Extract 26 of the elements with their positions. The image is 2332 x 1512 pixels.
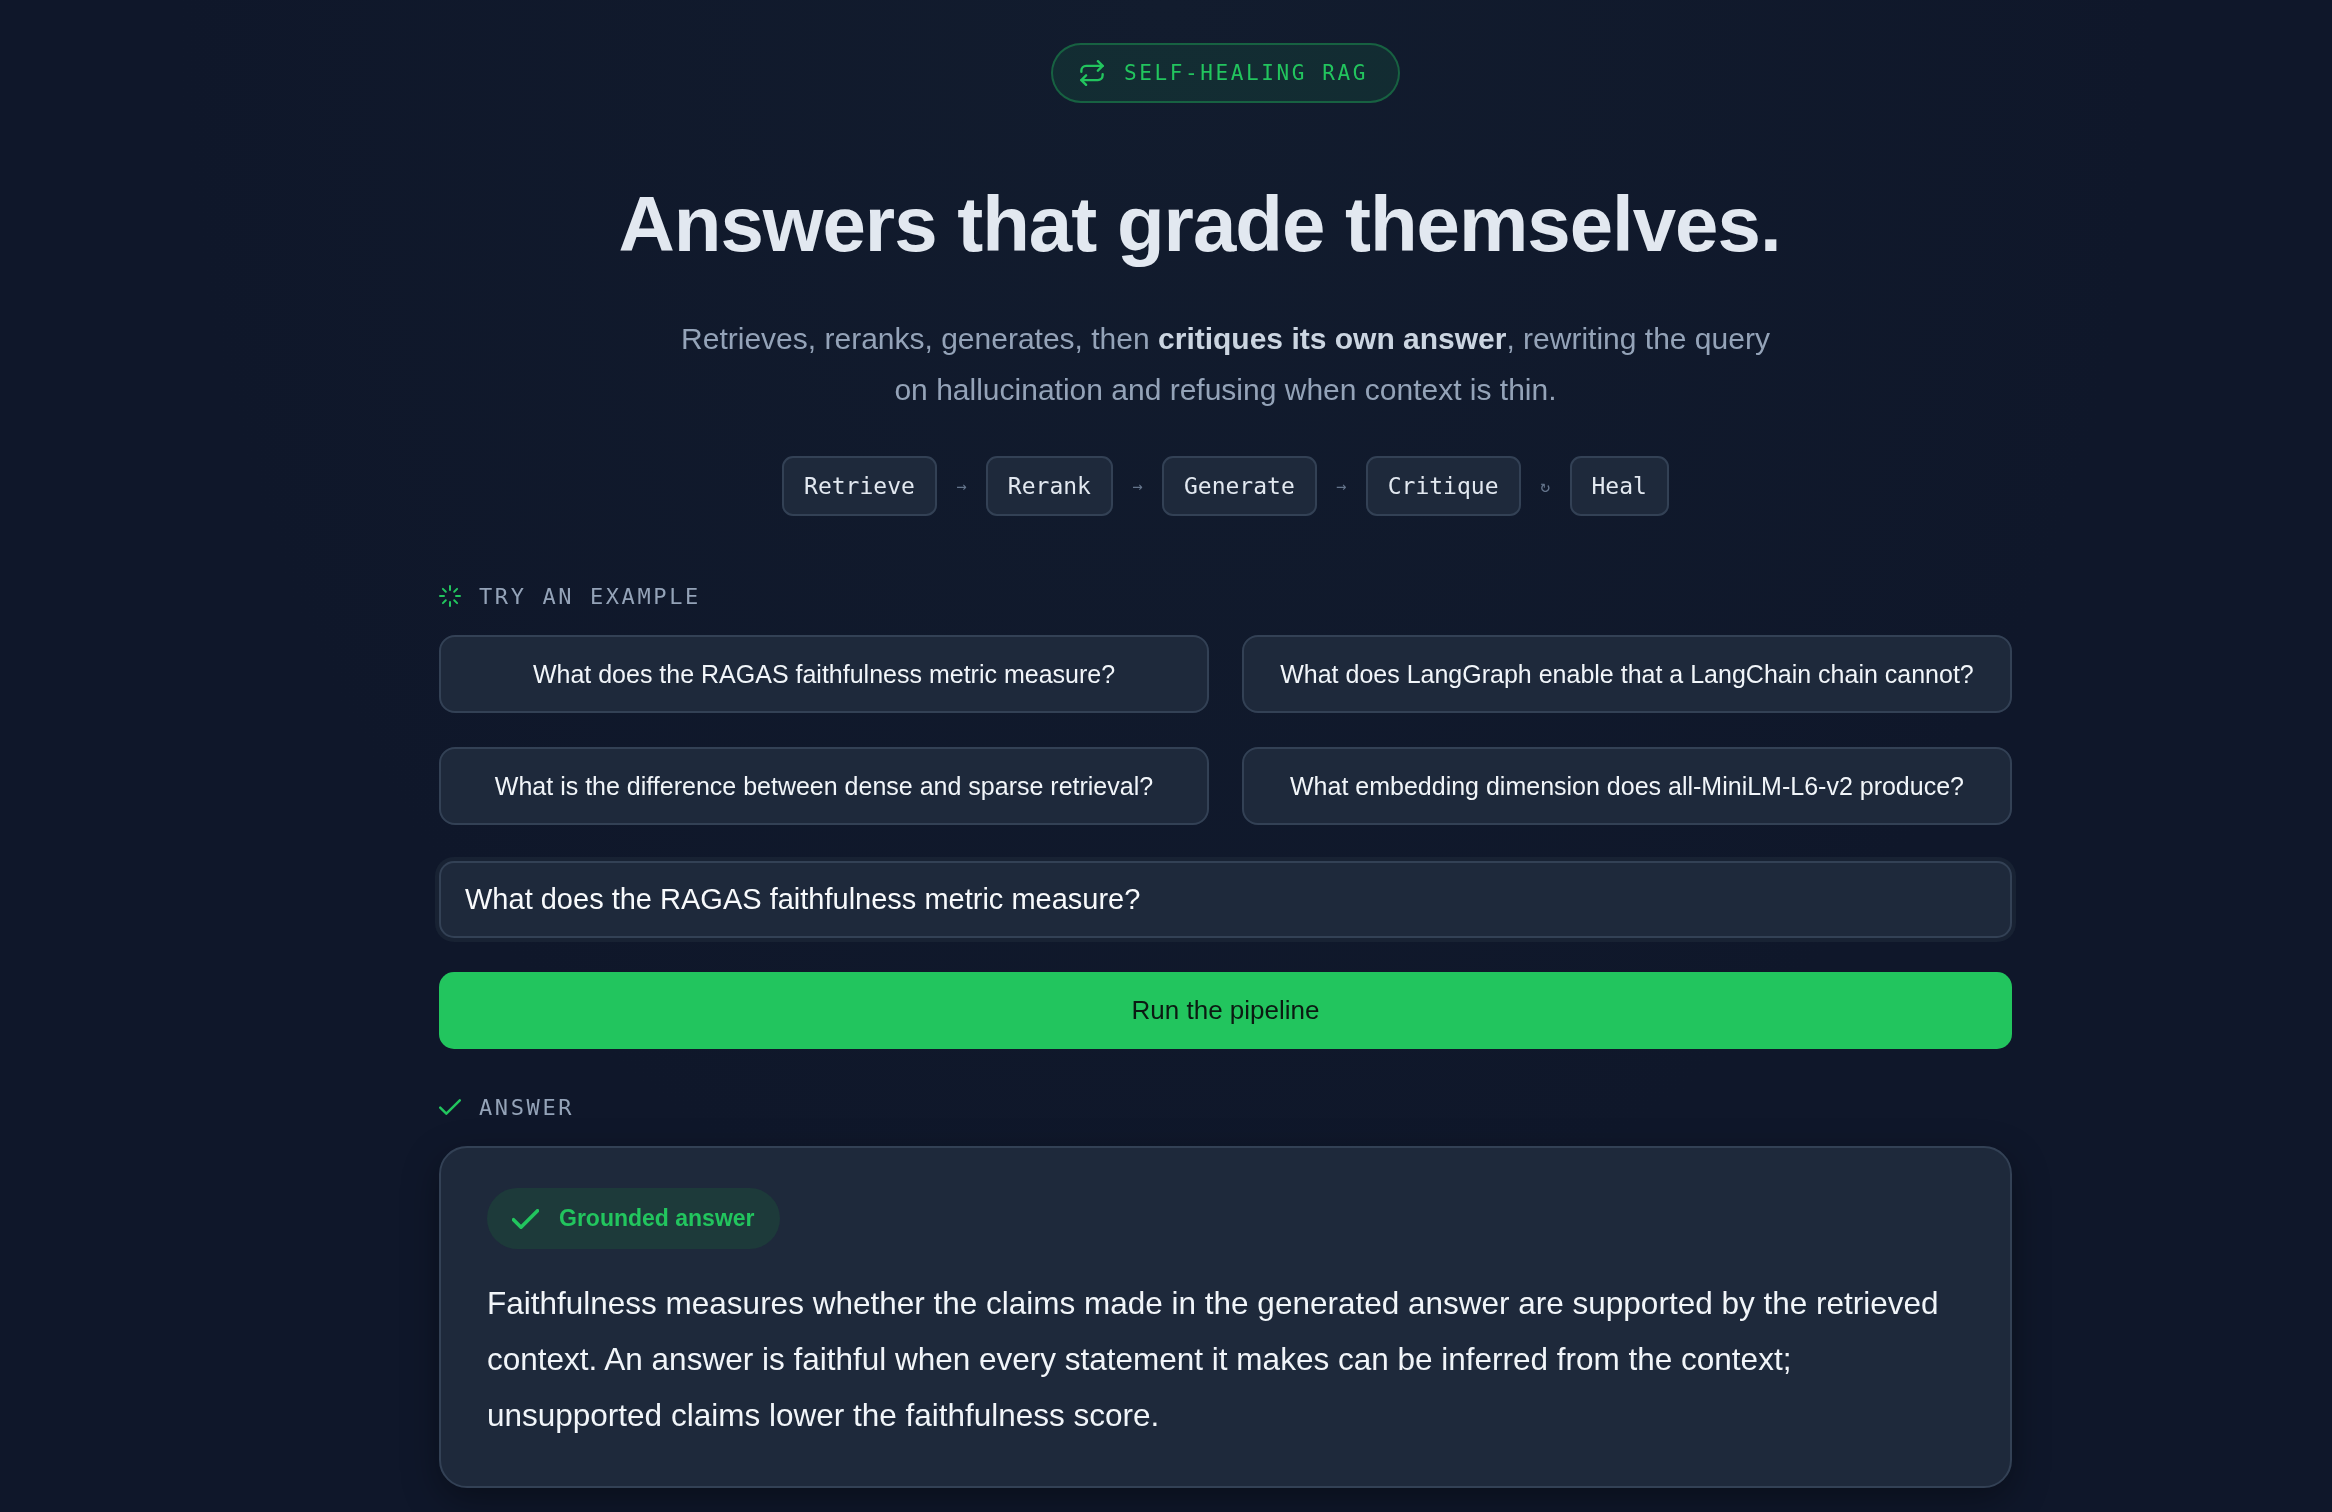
step-chip: Heal	[1569, 456, 1669, 516]
example-question-button[interactable]: What does the RAGAS faithfulness metric measure?	[439, 635, 1209, 713]
step-chip: Retrieve	[782, 456, 937, 516]
tag-label: SELF-HEALING RAG	[1124, 61, 1368, 85]
step-chip: Critique	[1365, 456, 1521, 516]
step-connector: →	[1131, 476, 1144, 496]
example-question-button[interactable]: What does LangGraph enable that a LangChain chain cannot?	[1242, 635, 2012, 713]
answer-text: Faithfulness measures whether the claims made in the generated answer are supported by the retrieved context. An answer is faithful when every statement it makes can be inferred from the context; unsupported claims lower the faithfulness score.	[487, 1284, 1940, 1435]
page-title: Answers that grade themselves.	[618, 179, 1782, 269]
section-label: ANSWER	[479, 1094, 575, 1120]
example-question-button[interactable]: What embedding dimension does all-MiniLM-L6-v2 produce?	[1242, 747, 2012, 825]
check-icon	[512, 1208, 539, 1229]
example-question-button[interactable]: What is the difference between dense and sparse retrieval?	[439, 747, 1209, 825]
section-label: TRY AN EXAMPLE	[479, 583, 701, 609]
status-label: Grounded answer	[559, 1205, 755, 1232]
page-subtitle: Retrieves, reranks, generates, then critiques its own answer, rewriting the query on hallucination and refusing when context is thin.	[680, 321, 1771, 408]
run-button[interactable]: Run the pipeline	[439, 972, 2012, 1049]
query-input[interactable]: What does the RAGAS faithfulness metric measure?	[439, 861, 2012, 938]
step-connector: ↻	[1538, 476, 1552, 496]
step-connector: →	[955, 476, 968, 496]
step-chip: Rerank	[985, 456, 1113, 516]
spinner-icon	[439, 585, 461, 607]
check-icon	[439, 1099, 461, 1115]
step-connector: →	[1335, 476, 1348, 496]
step-chip: Generate	[1161, 456, 1317, 516]
repeat-arrows-icon	[1080, 60, 1105, 86]
